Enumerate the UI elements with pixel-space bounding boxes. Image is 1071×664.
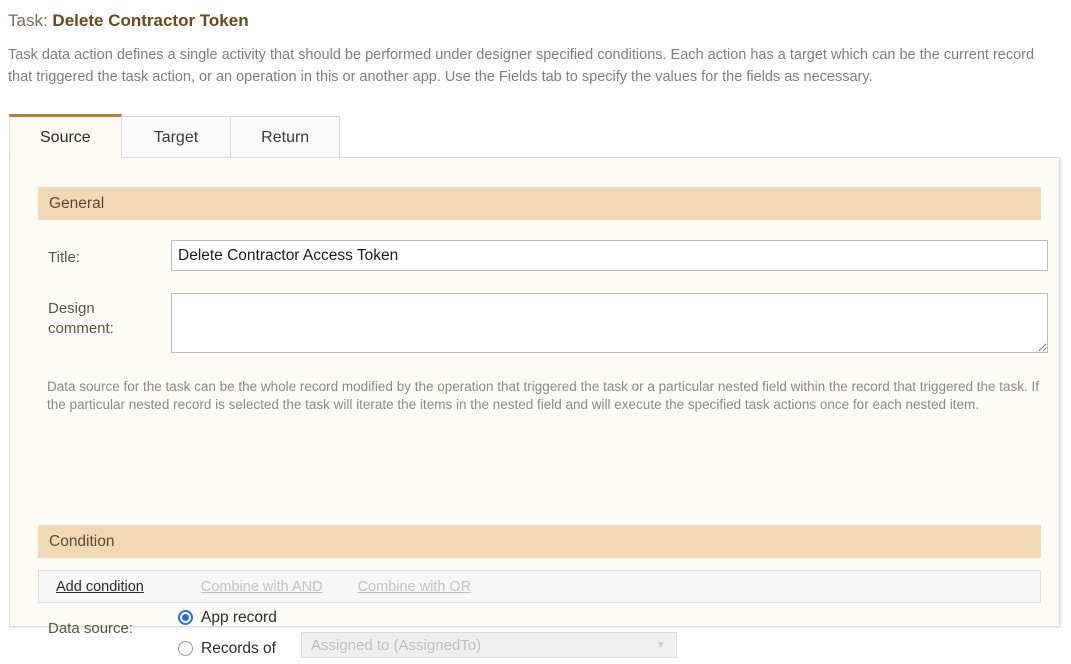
radio-records-of-label: Records of [201, 639, 276, 657]
radio-option-records-of[interactable]: Records of [178, 633, 277, 664]
tab-bar: Source Target Return [9, 114, 341, 158]
datasource-label: Data source: [48, 620, 134, 637]
datasource-radio-group: App record Records of [178, 602, 277, 664]
title-input[interactable] [171, 240, 1048, 271]
add-condition-link[interactable]: Add condition [56, 579, 144, 595]
radio-option-app-record[interactable]: App record [178, 602, 277, 633]
records-of-select-value: Assigned to (AssignedTo) [311, 636, 482, 654]
radio-app-record-label: App record [201, 608, 277, 626]
task-name: Delete Contractor Token [52, 11, 249, 30]
datasource-description: Data source for the task can be the whol… [47, 379, 1040, 412]
radio-records-of-icon[interactable] [178, 641, 193, 656]
records-of-select[interactable]: Assigned to (AssignedTo) ▾ [301, 632, 677, 658]
combine-with-and-link: Combine with AND [200, 578, 323, 595]
page-title: Task: Delete Contractor Token [8, 10, 249, 32]
section-header-general: General [38, 187, 1041, 220]
title-label: Title: [48, 249, 80, 266]
task-label: Task: [8, 11, 48, 30]
section-header-condition: Condition [38, 525, 1041, 558]
task-data-action-editor: Task: Delete Contractor Token Task data … [0, 0, 1071, 658]
condition-toolbar: Add condition Combine with AND Combine w… [38, 570, 1041, 603]
design-comment-textarea[interactable] [171, 293, 1048, 353]
radio-app-record-icon[interactable] [178, 610, 193, 625]
tab-return[interactable]: Return [230, 116, 341, 158]
intro-description: Task data action defines a single activi… [8, 47, 1035, 85]
tab-source[interactable]: Source [9, 114, 122, 158]
combine-with-or-link: Combine with OR [357, 578, 472, 595]
design-comment-label: Design comment: [48, 300, 114, 337]
source-tab-panel: General Title: Design comment: Data sour… [9, 157, 1060, 658]
chevron-down-icon: ▾ [658, 639, 664, 651]
tab-target[interactable]: Target [120, 116, 232, 158]
